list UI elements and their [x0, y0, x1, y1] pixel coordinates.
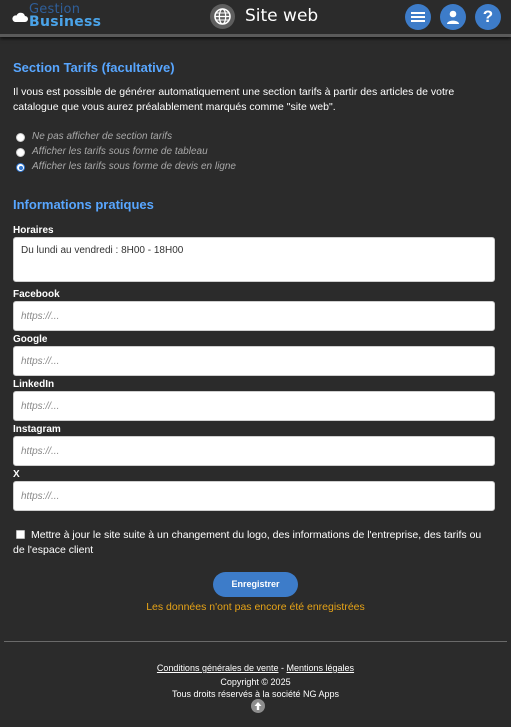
arrow-up-icon: [254, 702, 262, 710]
update-site-checkbox-label: Mettre à jour le site suite à un changem…: [13, 529, 482, 556]
user-icon: [447, 10, 459, 24]
facebook-label: Facebook: [13, 289, 60, 300]
account-button[interactable]: [440, 4, 466, 30]
footer-separator: -: [278, 663, 287, 673]
help-button[interactable]: ?: [475, 4, 501, 30]
radio-button[interactable]: [16, 148, 25, 157]
footer-links: Conditions générales de vente - Mentions…: [0, 663, 511, 673]
x-label: X: [13, 469, 20, 480]
instagram-label: Instagram: [13, 424, 61, 435]
rights-text: Tous droits réservés à la société NG App…: [171, 689, 340, 699]
instagram-field[interactable]: [13, 436, 495, 466]
update-site-checkbox[interactable]: [16, 530, 25, 539]
facebook-field[interactable]: [13, 301, 495, 331]
globe-icon: [210, 4, 235, 29]
app-logo[interactable]: Gestion Business: [12, 2, 112, 31]
google-field[interactable]: [13, 346, 495, 376]
radio-label: Ne pas afficher de section tarifs: [32, 131, 173, 142]
tarifs-section-title: Section Tarifs (facultative): [13, 60, 175, 75]
linkedin-field[interactable]: [13, 391, 495, 421]
menu-icon: [411, 12, 425, 22]
radio-button[interactable]: [16, 133, 25, 142]
info-section-title: Informations pratiques: [13, 197, 154, 212]
radio-label: Afficher les tarifs sous forme de tablea…: [32, 146, 208, 157]
app-header: Gestion Business Site web ?: [0, 0, 511, 37]
horaires-field[interactable]: Du lundi au vendredi : 8H00 - 18H00: [13, 237, 495, 282]
linkedin-label: LinkedIn: [13, 379, 55, 390]
x-field[interactable]: [13, 481, 495, 511]
logo-text-business: Business: [29, 14, 102, 30]
footer-divider: [4, 641, 507, 642]
google-label: Google: [13, 334, 48, 345]
horaires-label: Horaires: [13, 225, 54, 236]
tarifs-description: Il vous est possible de générer automati…: [13, 86, 455, 113]
radio-button-selected[interactable]: [16, 163, 25, 172]
menu-button[interactable]: [405, 4, 431, 30]
legal-link[interactable]: Mentions légales: [287, 663, 355, 673]
help-icon: ?: [482, 7, 494, 26]
page-title: Site web: [245, 6, 319, 26]
cgv-link[interactable]: Conditions générales de vente: [157, 663, 279, 673]
radio-label: Afficher les tarifs sous forme de devis …: [32, 161, 236, 172]
unsaved-warning: Les données n'ont pas encore été enregis…: [146, 601, 365, 613]
copyright-text: Copyright © 2025: [220, 677, 291, 687]
cloud-icon: [12, 12, 28, 22]
scroll-to-top-button[interactable]: [251, 699, 265, 713]
save-button[interactable]: Enregistrer: [213, 572, 298, 597]
